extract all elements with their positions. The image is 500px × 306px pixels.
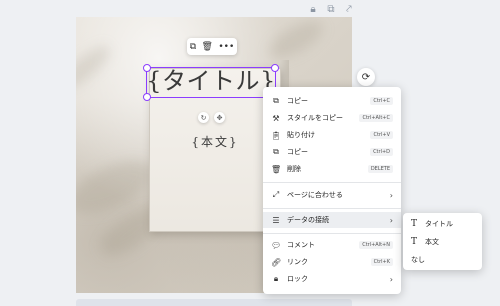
menu-item-copy-style[interactable]: ⚒︎ スタイルをコピー Ctrl+Alt+C (263, 110, 401, 126)
selection-frame (143, 64, 279, 101)
menu-divider (263, 182, 401, 183)
trash-icon[interactable]: 🗑︎ (202, 42, 213, 52)
page-footer-strip (76, 299, 352, 306)
text-t-icon: T (411, 219, 418, 229)
data-connection-submenu: T タイトル T 本文 なし (403, 213, 482, 270)
element-toolbar: ⧉ 🗑︎ ••• (187, 38, 237, 55)
menu-item-comment[interactable]: 💬︎ コメント Ctrl+Alt+N (263, 237, 401, 253)
submenu-item-none[interactable]: なし (403, 252, 482, 268)
menu-item-copy[interactable]: ⧉ コピー Ctrl+C (263, 93, 401, 109)
text-t-icon: T (411, 237, 418, 247)
copy-icon: ⧉ (273, 96, 279, 105)
duplicate-page-icon[interactable]: ⧉ (326, 4, 336, 15)
body-text-element[interactable]: {本文} (180, 133, 250, 150)
resize-handle-tr[interactable] (271, 64, 279, 72)
context-menu: ⧉ コピー Ctrl+C ⚒︎ スタイルをコピー Ctrl+Alt+C 📋︎ 貼… (263, 87, 401, 294)
submenu-item-title[interactable]: T タイトル (403, 216, 482, 232)
menu-divider (263, 208, 401, 209)
menu-item-link[interactable]: 🔗︎ リンク Ctrl+K (263, 254, 401, 270)
menu-item-data-connection[interactable]: ☰ データの接続 › (263, 212, 401, 228)
paint-roller-icon: ⚒︎ (272, 113, 280, 123)
menu-divider (263, 233, 401, 234)
menu-item-paste[interactable]: 📋︎ 貼り付け Ctrl+V (263, 127, 401, 143)
menu-item-delete[interactable]: 🗑︎ 削除 DELETE (263, 161, 401, 177)
chevron-right-icon: › (389, 215, 393, 225)
database-icon: ☰ (272, 215, 280, 225)
rotate-icon[interactable]: ↻ (198, 112, 209, 123)
move-icon[interactable]: ✥ (214, 112, 225, 123)
more-icon[interactable]: ••• (218, 42, 234, 52)
menu-item-lock[interactable]: 🔒︎ ロック › (263, 271, 401, 287)
resize-handle-tl[interactable] (143, 64, 151, 72)
chevron-right-icon: › (389, 274, 393, 284)
refresh-icon[interactable]: ⟳ (357, 68, 375, 86)
menu-item-duplicate[interactable]: ⧉ コピー Ctrl+D (263, 144, 401, 160)
chevron-right-icon: › (389, 190, 393, 200)
lock-icon[interactable]: 🔒︎ (308, 4, 318, 15)
menu-item-fit-page[interactable]: ⤢ ページに合わせる › (263, 187, 401, 203)
lock-icon: 🔒︎ (273, 274, 279, 283)
link-icon: 🔗︎ (271, 257, 282, 267)
submenu-item-body[interactable]: T 本文 (403, 234, 482, 250)
page-tools: 🔒︎ ⧉ ⤤ (308, 4, 354, 15)
fit-page-icon: ⤢ (272, 190, 280, 199)
comment-icon: 💬︎ (271, 240, 282, 250)
clipboard-icon: 📋︎ (271, 130, 282, 140)
copy-icon[interactable]: ⧉ (190, 42, 196, 52)
resize-handle-bl[interactable] (143, 93, 151, 101)
duplicate-icon: ⧉ (273, 147, 279, 156)
trash-icon: 🗑︎ (271, 164, 282, 174)
add-page-icon[interactable]: ⤤ (344, 4, 354, 15)
